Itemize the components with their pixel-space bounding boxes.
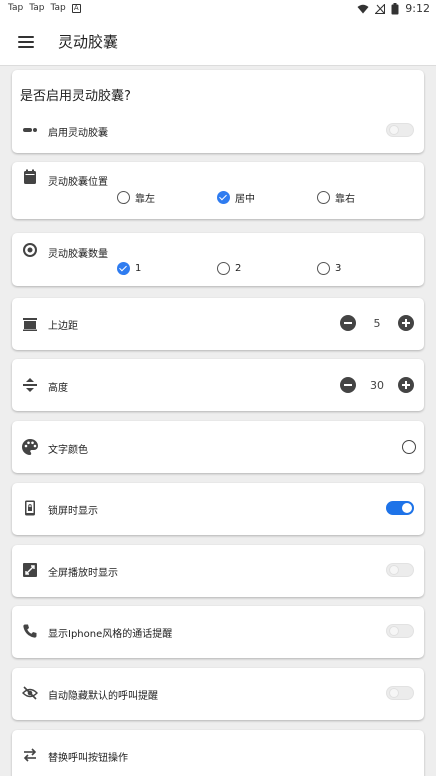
iphone-call-card: 显示Iphone风格的通话提醒 [12, 606, 424, 658]
top-margin-card: 上边距 5 [12, 298, 424, 350]
swap-icon [23, 748, 37, 762]
radio-count-1[interactable] [117, 262, 130, 275]
notification-label-2: Tap [29, 3, 45, 13]
capsule-count-label: 灵动胶囊数量 [48, 249, 108, 260]
fullscreen-switch[interactable] [386, 563, 414, 577]
radio-center[interactable] [217, 191, 230, 204]
fullscreen-label: 全屏播放时显示 [48, 568, 118, 579]
top-margin-value: 5 [373, 316, 381, 330]
page-title: 灵动胶囊 [58, 33, 119, 51]
capsule-position-card: 灵动胶囊位置 靠左 居中 靠右 [12, 162, 424, 219]
count-option-2[interactable]: 2 [217, 262, 241, 275]
wifi-icon [357, 4, 369, 13]
auto-hide-switch[interactable] [386, 686, 414, 700]
iphone-call-label: 显示Iphone风格的通话提醒 [48, 629, 173, 640]
radio-count-2[interactable] [217, 262, 230, 275]
top-margin-minus-button[interactable] [340, 315, 356, 331]
visibility-off-icon [22, 686, 38, 700]
notification-label-3: Tap [50, 3, 66, 13]
palette-icon [22, 439, 38, 455]
radio-right[interactable] [317, 191, 330, 204]
iphone-call-switch[interactable] [386, 624, 414, 638]
status-left-items: Tap Tap Tap A [8, 3, 81, 13]
count-1-label: 1 [135, 263, 142, 274]
top-margin-label: 上边距 [48, 321, 78, 332]
app-bar: 灵动胶囊 [0, 18, 436, 66]
height-value: 30 [370, 378, 384, 392]
phone-icon [23, 624, 37, 638]
top-margin-icon [23, 318, 37, 331]
height-card: 高度 30 [12, 359, 424, 411]
height-label: 高度 [48, 383, 68, 394]
enable-capsule-switch[interactable] [386, 123, 414, 137]
lock-screen-card: 锁屏时显示 [12, 483, 424, 535]
notification-label-1: Tap [8, 3, 24, 13]
count-3-label: 3 [335, 263, 342, 274]
position-left-label: 靠左 [135, 194, 155, 205]
position-option-center[interactable]: 居中 [217, 190, 255, 205]
swap-buttons-label: 替换呼叫按钮操作 [48, 753, 128, 764]
height-stepper: 30 [340, 377, 414, 393]
menu-icon[interactable] [14, 30, 38, 54]
position-option-left[interactable]: 靠左 [117, 190, 155, 205]
radio-count-3[interactable] [317, 262, 330, 275]
capsule-count-card: 灵动胶囊数量 1 2 3 [12, 233, 424, 286]
enable-capsule-card: 是否启用灵动胶囊? 启用灵动胶囊 [12, 70, 424, 153]
enable-capsule-label: 启用灵动胶囊 [48, 128, 108, 139]
auto-hide-label: 自动隐藏默认的呼叫提醒 [48, 691, 158, 702]
enable-question: 是否启用灵动胶囊? [20, 89, 131, 104]
position-right-label: 靠右 [335, 194, 355, 205]
height-icon [23, 378, 37, 392]
lock-screen-label: 锁屏时显示 [48, 506, 98, 517]
height-plus-button[interactable] [398, 377, 414, 393]
auto-hide-card: 自动隐藏默认的呼叫提醒 [12, 668, 424, 720]
status-right-items: 9:12 [357, 2, 430, 15]
capsule-position-label: 灵动胶囊位置 [48, 177, 108, 188]
notification-a-icon: A [71, 3, 81, 13]
lock-screen-switch[interactable] [386, 501, 414, 515]
radio-left[interactable] [117, 191, 130, 204]
position-center-label: 居中 [235, 194, 255, 205]
count-option-1[interactable]: 1 [117, 262, 141, 275]
top-margin-stepper: 5 [340, 315, 414, 331]
status-bar: Tap Tap Tap A 9:12 [0, 0, 436, 18]
swap-buttons-card[interactable]: 替换呼叫按钮操作 [12, 730, 424, 776]
text-color-swatch[interactable] [402, 440, 416, 454]
disc-icon [23, 243, 37, 257]
battery-icon [391, 2, 399, 14]
capsule-icon [23, 128, 37, 132]
fullscreen-icon [23, 563, 37, 577]
fullscreen-card: 全屏播放时显示 [12, 545, 424, 597]
top-margin-plus-button[interactable] [398, 315, 414, 331]
count-option-3[interactable]: 3 [317, 262, 341, 275]
text-color-card[interactable]: 文字颜色 [12, 421, 424, 473]
status-time: 9:12 [405, 2, 430, 15]
count-2-label: 2 [235, 263, 242, 274]
position-option-right[interactable]: 靠右 [317, 190, 355, 205]
no-signal-icon [375, 3, 386, 14]
calendar-icon [24, 169, 36, 184]
height-minus-button[interactable] [340, 377, 356, 393]
lock-phone-icon [25, 500, 35, 516]
text-color-label: 文字颜色 [48, 445, 88, 456]
